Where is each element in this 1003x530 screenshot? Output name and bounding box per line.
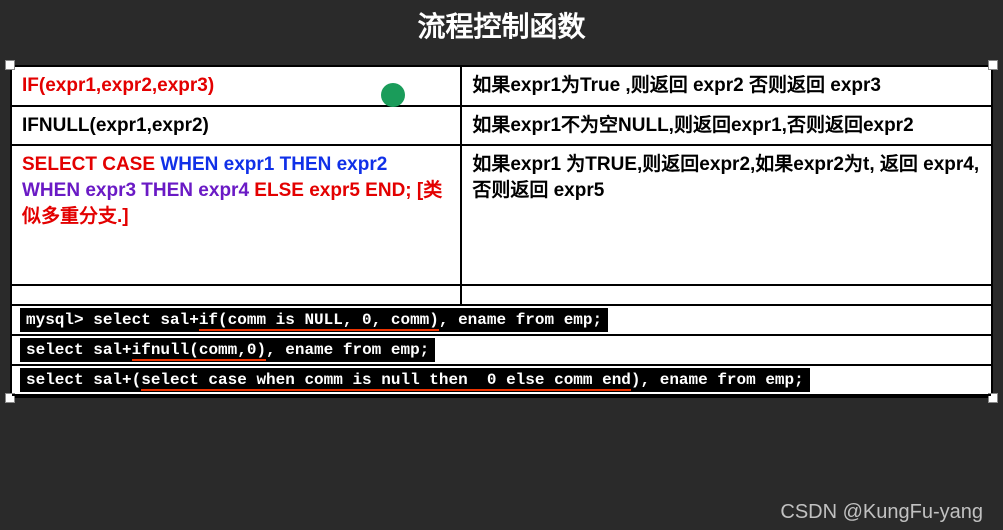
code-text: , ename from emp; — [439, 311, 602, 329]
code-row: mysql> select sal+if(comm is NULL, 0, co… — [12, 306, 991, 336]
syntax-span: ELSE expr5 END; — [254, 180, 417, 201]
table-row: IF(expr1,expr2,expr3) 如果expr1为True ,则返回 e… — [12, 67, 991, 107]
table-row: IFNULL(expr1,expr2) 如果expr1不为空NULL,则返回exp… — [12, 107, 991, 147]
description-cell: 如果expr1不为空NULL,则返回expr1,否则返回expr2 — [462, 107, 991, 145]
function-cell: SELECT CASE WHEN expr1 THEN expr2 WHEN e… — [12, 146, 462, 284]
divider-row — [12, 286, 991, 306]
table-row: SELECT CASE WHEN expr1 THEN expr2 WHEN e… — [12, 146, 991, 286]
code-block: select sal+(select case when comm is nul… — [20, 368, 810, 392]
code-row: select sal+ifnull(comm,0), ename from em… — [12, 336, 991, 366]
code-underline: ifnull(comm,0) — [132, 341, 266, 361]
code-text: mysql> select sal+ — [26, 311, 199, 329]
watermark: CSDN @KungFu-yang — [780, 501, 983, 524]
syntax-span: IF(expr1,expr2,expr3) — [22, 75, 214, 96]
syntax-span: WHEN expr1 THEN expr2 — [160, 154, 387, 175]
description-cell: 如果expr1为True ,则返回 expr2 否则返回 expr3 — [462, 67, 991, 105]
code-row: select sal+(select case when comm is nul… — [12, 366, 991, 396]
function-cell: IFNULL(expr1,expr2) — [12, 107, 462, 145]
description-cell: 如果expr1 为TRUE,则返回expr2,如果expr2为t, 返回 exp… — [462, 146, 991, 284]
highlight-dot-icon — [381, 83, 405, 107]
syntax-span: WHEN expr3 THEN expr4 — [22, 180, 254, 201]
page-title: 流程控制函数 — [0, 0, 1003, 65]
code-underline: select case when comm is null then 0 els… — [141, 371, 631, 391]
code-text: select sal+( — [26, 371, 141, 389]
code-text: , ename from emp; — [266, 341, 429, 359]
function-cell: IF(expr1,expr2,expr3) — [12, 67, 462, 105]
code-text: select sal+ — [26, 341, 132, 359]
code-underline: if(comm is NULL, 0, comm) — [199, 311, 439, 331]
code-text: ), ename from emp; — [631, 371, 804, 389]
code-block: mysql> select sal+if(comm is NULL, 0, co… — [20, 308, 608, 332]
syntax-span: IFNULL(expr1,expr2) — [22, 115, 209, 136]
code-block: select sal+ifnull(comm,0), ename from em… — [20, 338, 435, 362]
table-container: IF(expr1,expr2,expr3) 如果expr1为True ,则返回 e… — [10, 65, 993, 398]
syntax-span: SELECT CASE — [22, 154, 160, 175]
